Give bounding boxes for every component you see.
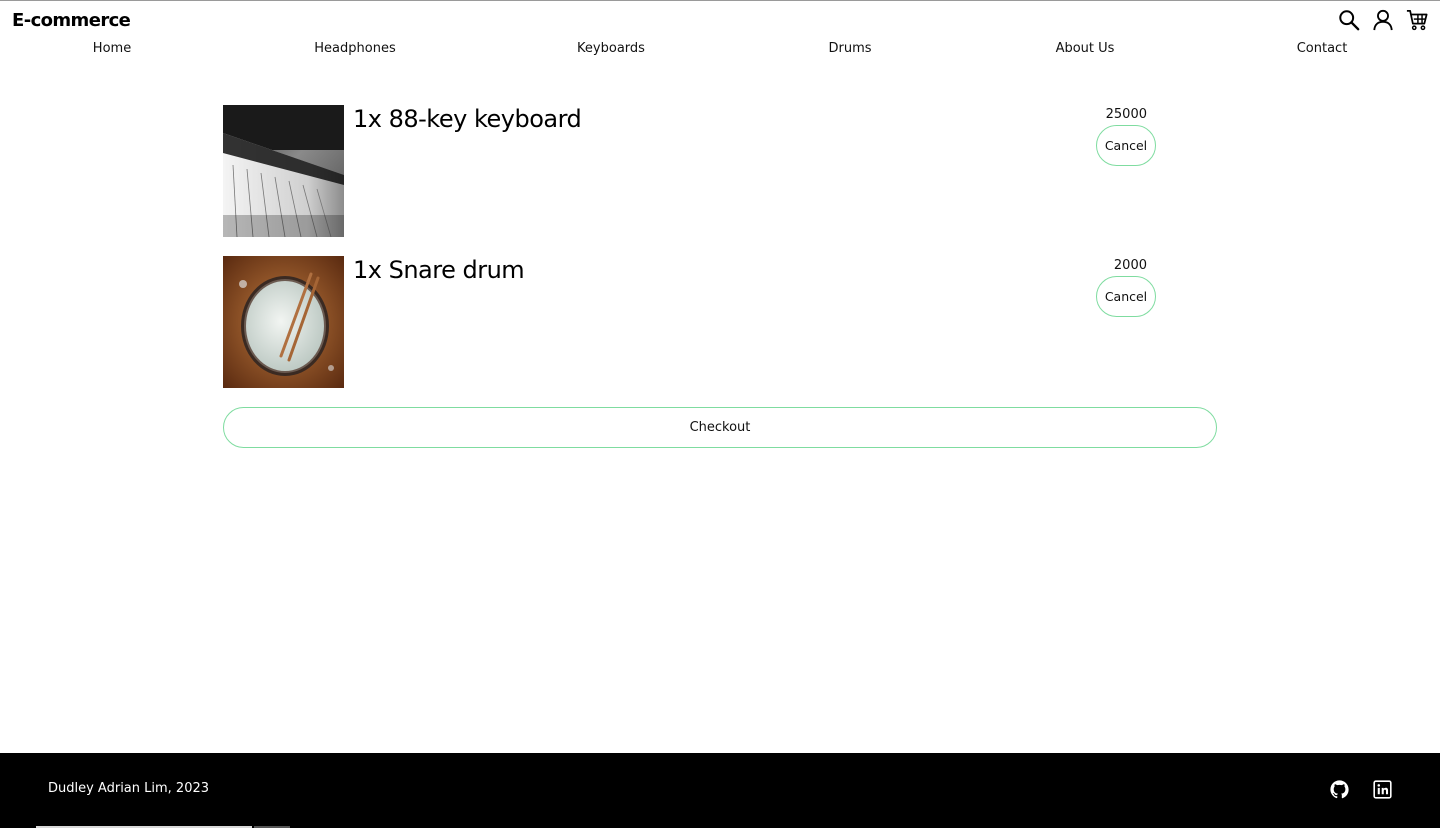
github-icon[interactable] [1330,780,1349,799]
snare-drum-photo [223,256,344,388]
brand-logo[interactable]: E-commerce [12,10,131,31]
header: E-commerce [0,1,1440,41]
nav-item-headphones[interactable]: Headphones [314,41,395,56]
piano-keys-photo [223,105,344,237]
nav-item-keyboards[interactable]: Keyboards [577,41,645,56]
nav-item-home[interactable]: Home [93,41,131,56]
page: E-commerce Home Headphones Keyboards Dru… [0,0,1440,828]
search-icon[interactable] [1338,9,1360,31]
item-title: 1x Snare drum [353,256,525,284]
item-price: 2000 [1113,258,1147,273]
user-icon[interactable] [1372,9,1394,31]
cart-icon[interactable] [1406,9,1428,31]
nav-item-drums[interactable]: Drums [828,41,871,56]
cart-item: 1x 88-key keyboard 25000 Cancel [223,105,1217,237]
nav-item-contact[interactable]: Contact [1297,41,1348,56]
checkout-button[interactable]: Checkout [223,407,1217,448]
footer-social-links [1330,780,1392,799]
cancel-button[interactable]: Cancel [1096,276,1156,317]
header-icons [1338,9,1428,31]
item-price: 25000 [1105,107,1147,122]
footer: Dudley Adrian Lim, 2023 [0,753,1440,828]
footer-copyright: Dudley Adrian Lim, 2023 [48,781,210,796]
nav-item-about-us[interactable]: About Us [1056,41,1115,56]
cancel-button[interactable]: Cancel [1096,125,1156,166]
item-title: 1x 88-key keyboard [353,105,582,133]
main-nav: Home Headphones Keyboards Drums About Us… [0,41,1440,61]
cart-item: 1x Snare drum 2000 Cancel [223,256,1217,388]
linkedin-icon[interactable] [1373,780,1392,799]
